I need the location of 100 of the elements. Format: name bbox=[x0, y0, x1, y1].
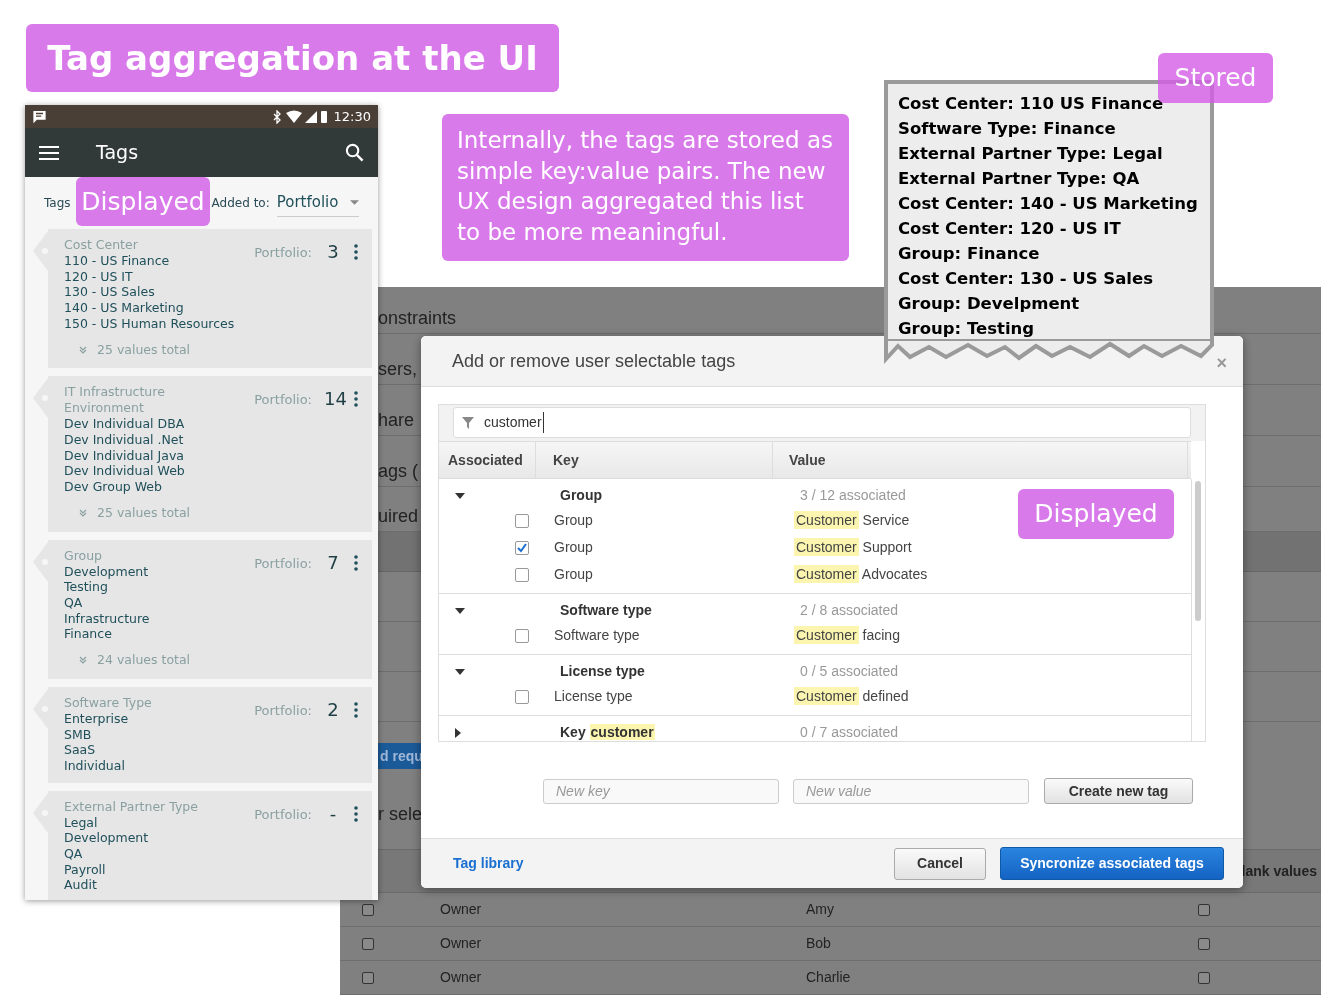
collapse-toggle-icon[interactable] bbox=[455, 607, 465, 614]
portfolio-label: Portfolio: bbox=[254, 805, 312, 824]
association-count: 2 / 8 associated bbox=[800, 601, 899, 620]
row-checkbox[interactable] bbox=[362, 903, 374, 916]
tag-value: Finance bbox=[64, 626, 113, 643]
title-label: Tag aggregation at the UI bbox=[26, 24, 559, 92]
more-icon[interactable] bbox=[354, 805, 358, 822]
page-text: onstraints bbox=[378, 307, 457, 330]
tag-key: Cost Center bbox=[64, 237, 214, 253]
values-total-link[interactable]: 24 values total bbox=[97, 651, 191, 670]
tag-key: Group bbox=[64, 547, 214, 564]
tag-library-link[interactable]: Tag library bbox=[453, 853, 524, 874]
new-value-field[interactable]: New value bbox=[793, 778, 1029, 804]
portfolio-label: Portfolio: bbox=[254, 244, 312, 262]
collapse-toggle-icon[interactable] bbox=[455, 492, 465, 499]
app-bar-title: Tags bbox=[96, 140, 140, 166]
portfolio-count: - bbox=[328, 803, 338, 824]
tag-value: 130 - US Sales bbox=[64, 284, 156, 301]
tag-value: SaaS bbox=[64, 742, 97, 758]
callout-label: Displayed bbox=[1018, 489, 1174, 539]
more-icon[interactable] bbox=[354, 701, 358, 718]
note-line: Group: Finance bbox=[898, 243, 1041, 265]
portfolio-count: 2 bbox=[326, 699, 340, 720]
page-text: sers, bbox=[378, 358, 417, 381]
tag-value: Dev Individual Java bbox=[64, 447, 185, 464]
tag-value: Customer Support bbox=[794, 537, 912, 558]
note-line: External Partner Type: QA bbox=[898, 168, 1141, 190]
status-icons-drawing bbox=[271, 109, 328, 124]
double-chevron-icon[interactable] bbox=[79, 656, 87, 665]
collapse-toggle-icon[interactable] bbox=[455, 668, 465, 675]
portfolio-count: 7 bbox=[326, 552, 340, 573]
values-total-link[interactable]: 25 values total bbox=[97, 503, 191, 523]
tag-value: Dev Group Web bbox=[64, 479, 163, 495]
portfolio-dropdown[interactable]: Portfolio bbox=[276, 189, 359, 217]
new-key-field[interactable]: New key bbox=[543, 778, 779, 804]
tag-value: Individual bbox=[64, 757, 126, 774]
cancel-button[interactable]: Cancel bbox=[894, 847, 986, 880]
note-line: Group: Develpment bbox=[898, 293, 1081, 315]
double-chevron-icon[interactable] bbox=[79, 345, 87, 354]
search-field[interactable]: customer bbox=[453, 407, 1191, 438]
tag-value: Dev Individual .Net bbox=[64, 431, 185, 448]
more-icon[interactable] bbox=[354, 391, 358, 408]
caret-icon bbox=[350, 200, 359, 205]
tag-checkbox[interactable] bbox=[515, 628, 529, 643]
note-line: Cost Center: 130 - US Sales bbox=[898, 268, 1154, 290]
portfolio-label: Portfolio: bbox=[254, 391, 312, 410]
tag-key: External Partner Type bbox=[64, 798, 214, 815]
tag-value: Customer Service bbox=[794, 510, 910, 531]
note-line: Software Type: Finance bbox=[898, 118, 1117, 140]
tag-value: Dev Individual Web bbox=[64, 463, 186, 480]
group-key: Key customer bbox=[560, 722, 800, 741]
tag-value: Customer defined bbox=[794, 686, 909, 707]
message-icon bbox=[32, 109, 47, 124]
association-count: 0 / 5 associated bbox=[800, 662, 899, 681]
status-time: 12:30 bbox=[333, 107, 371, 126]
sync-button[interactable]: Syncronize associated tags bbox=[1000, 847, 1224, 880]
table-cell-text: Owner bbox=[440, 968, 483, 987]
row-checkbox[interactable] bbox=[1198, 903, 1210, 916]
tag-value: Dev Individual DBA bbox=[64, 416, 186, 432]
scrollbar-thumb[interactable] bbox=[1195, 481, 1201, 621]
tag-value: Testing bbox=[64, 579, 109, 595]
table-cell-text: Charlie bbox=[806, 968, 852, 987]
tag-value: Development bbox=[64, 830, 150, 846]
tag-checkbox[interactable] bbox=[515, 513, 529, 528]
tag-value: 120 - US IT bbox=[64, 268, 134, 285]
tag-key: Group bbox=[554, 537, 794, 558]
more-icon[interactable] bbox=[354, 244, 358, 260]
row-checkbox[interactable] bbox=[1198, 971, 1210, 984]
tag-checkbox[interactable] bbox=[515, 540, 529, 555]
row-checkbox[interactable] bbox=[362, 937, 374, 950]
double-chevron-icon[interactable] bbox=[79, 509, 87, 518]
table-cell-text: Bob bbox=[806, 934, 832, 953]
tag-key: Group bbox=[554, 564, 794, 585]
column-header: Value bbox=[773, 442, 1188, 478]
more-icon[interactable] bbox=[354, 554, 358, 571]
tag-checkbox[interactable] bbox=[515, 567, 529, 582]
tag-value: Development bbox=[64, 563, 150, 580]
section-title: r sele bbox=[378, 803, 422, 826]
tag-checkbox[interactable] bbox=[515, 689, 529, 704]
create-tag-button[interactable]: Create new tag bbox=[1044, 778, 1193, 804]
filter-label: Tags bbox=[44, 195, 71, 212]
association-count: 3 / 12 associated bbox=[800, 486, 906, 505]
tag-value: SMB bbox=[64, 726, 93, 743]
column-header: Associated bbox=[439, 442, 536, 478]
close-button[interactable]: × bbox=[1216, 354, 1227, 372]
table-cell-text: Amy bbox=[806, 900, 835, 919]
tag-key: Software type bbox=[554, 625, 794, 646]
dialog-title: Add or remove user selectable tags bbox=[452, 349, 736, 373]
tag-key: License type bbox=[554, 686, 794, 707]
group-key: Software type bbox=[560, 600, 800, 621]
row-checkbox[interactable] bbox=[1198, 937, 1210, 950]
search-icon[interactable] bbox=[345, 143, 364, 162]
tag-value: Customer facing bbox=[794, 625, 900, 646]
note-line: Group: Testing bbox=[898, 318, 1036, 340]
row-checkbox[interactable] bbox=[362, 971, 374, 984]
menu-icon[interactable] bbox=[39, 145, 59, 160]
tag-key: Group bbox=[554, 510, 794, 531]
expand-toggle-icon[interactable] bbox=[455, 727, 461, 738]
tag-value: Customer Advocates bbox=[794, 564, 928, 585]
values-total-link[interactable]: 25 values total bbox=[97, 340, 191, 360]
